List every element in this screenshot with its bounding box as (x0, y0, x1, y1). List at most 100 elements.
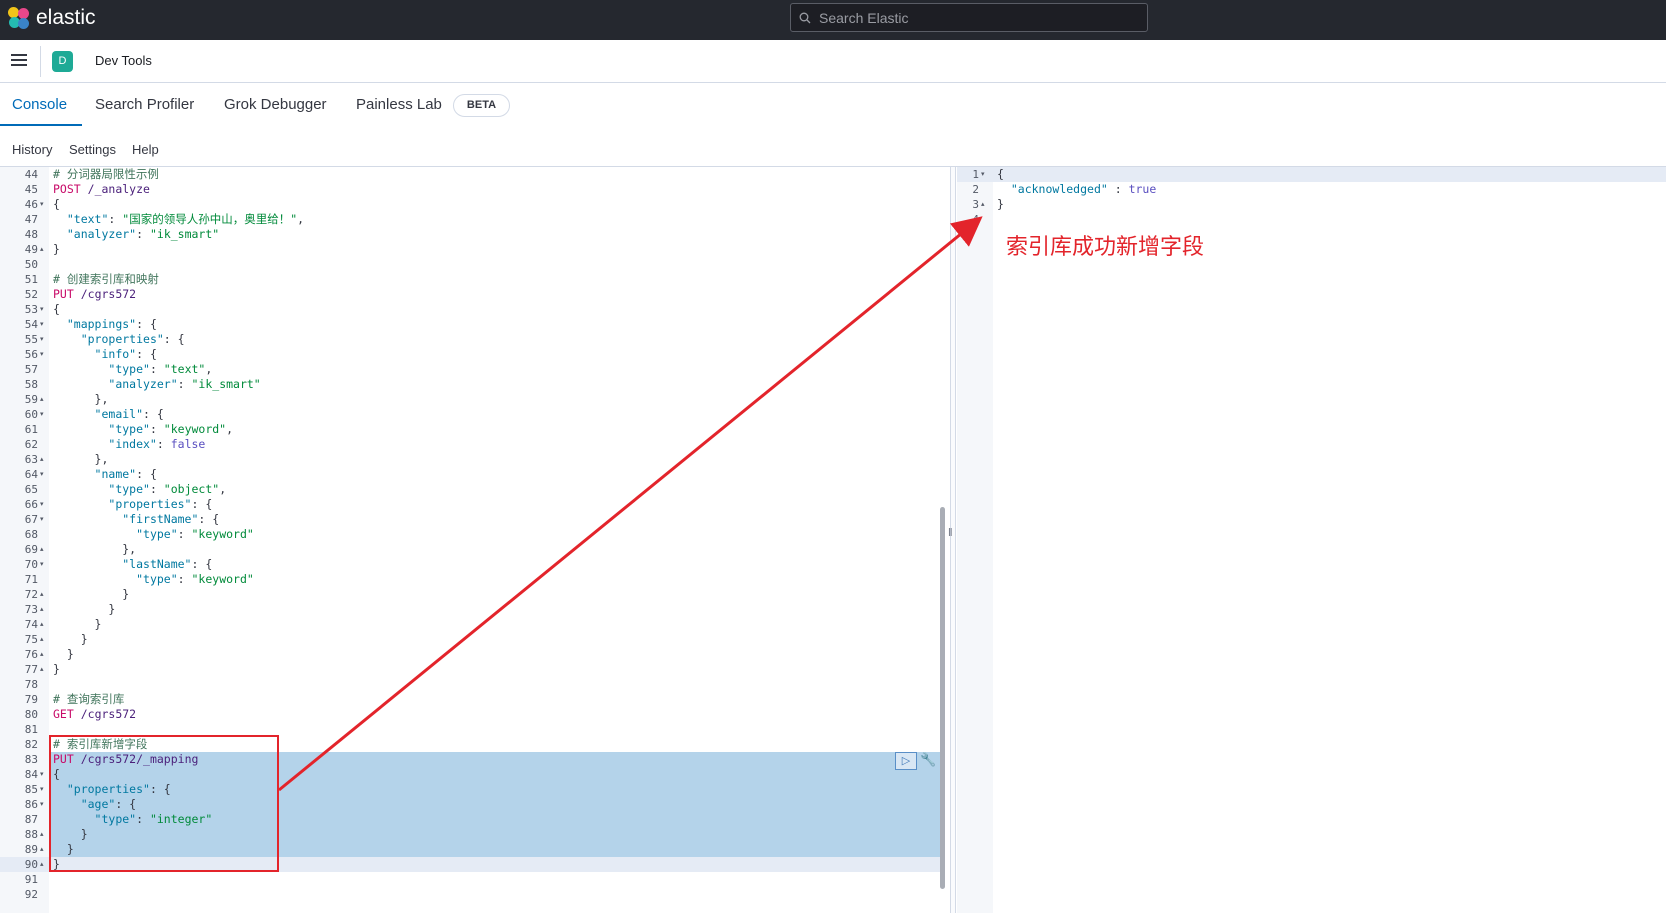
code-line[interactable]: "analyzer": "ik_smart" (53, 377, 260, 392)
code-line[interactable]: } (53, 647, 74, 662)
line-number: 47 (24, 213, 38, 226)
code-line[interactable]: GET /cgrs572 (53, 707, 136, 722)
fold-toggle-icon[interactable]: ▴ (40, 842, 44, 857)
code-line[interactable]: "type": "text", (53, 362, 212, 377)
line-number: 88 (24, 828, 38, 841)
fold-toggle-icon[interactable]: ▾ (40, 467, 44, 482)
fold-toggle-icon[interactable]: ▾ (40, 512, 44, 527)
code-line[interactable]: "email": { (53, 407, 164, 422)
code-line[interactable]: }, (53, 392, 109, 407)
space-avatar[interactable]: D (52, 51, 73, 72)
fold-toggle-icon[interactable]: ▾ (40, 557, 44, 572)
fold-toggle-icon[interactable]: ▴ (40, 602, 44, 617)
pane-resizer[interactable] (950, 167, 956, 913)
code-line[interactable]: "firstName": { (53, 512, 219, 527)
line-number: 56 (24, 348, 38, 361)
fold-toggle-icon[interactable]: ▴ (981, 197, 985, 212)
fold-toggle-icon[interactable]: ▴ (40, 242, 44, 257)
tab-search-profiler[interactable]: Search Profiler (95, 96, 194, 113)
code-line[interactable]: }, (53, 452, 109, 467)
fold-toggle-icon[interactable]: ▴ (40, 632, 44, 647)
tab-grok-debugger[interactable]: Grok Debugger (224, 96, 327, 113)
fold-toggle-icon[interactable]: ▴ (40, 827, 44, 842)
fold-toggle-icon[interactable]: ▾ (40, 797, 44, 812)
fold-toggle-icon[interactable]: ▾ (40, 197, 44, 212)
code-line[interactable]: } (53, 632, 88, 647)
fold-toggle-icon[interactable]: ▾ (40, 317, 44, 332)
code-line[interactable]: "name": { (53, 467, 157, 482)
tab-painless-lab[interactable]: Painless Lab (356, 96, 442, 113)
code-line[interactable]: } (53, 602, 115, 617)
code-line[interactable]: } (53, 242, 60, 257)
fold-toggle-icon[interactable]: ▾ (981, 167, 985, 182)
fold-toggle-icon[interactable]: ▴ (40, 587, 44, 602)
line-number: 87 (24, 813, 38, 826)
code-line[interactable]: } (53, 662, 60, 677)
global-search[interactable] (790, 3, 1148, 32)
code-line[interactable]: }, (53, 542, 136, 557)
fold-toggle-icon[interactable]: ▴ (40, 647, 44, 662)
line-number: 54 (24, 318, 38, 331)
line-number: 76 (24, 648, 38, 661)
code-line[interactable]: } (53, 617, 102, 632)
code-line[interactable]: "properties": { (53, 332, 185, 347)
fold-toggle-icon[interactable]: ▴ (40, 857, 44, 872)
code-line[interactable]: "properties": { (53, 497, 212, 512)
editor-scrollbar[interactable] (940, 507, 945, 889)
send-request-button[interactable]: ▷ (895, 752, 917, 770)
search-input[interactable] (819, 9, 1139, 26)
menu-hamburger-icon[interactable] (11, 54, 27, 66)
breadcrumb[interactable]: Dev Tools (95, 53, 152, 68)
breadcrumb-bar: D Dev Tools (0, 40, 1666, 83)
fold-toggle-icon[interactable]: ▴ (40, 617, 44, 632)
fold-toggle-icon[interactable]: ▾ (40, 497, 44, 512)
code-line[interactable]: # 创建索引库和映射 (53, 272, 159, 287)
wrench-icon[interactable]: 🔧 (920, 752, 936, 770)
fold-toggle-icon[interactable]: ▾ (40, 407, 44, 422)
code-line[interactable]: } (53, 587, 129, 602)
tab-console[interactable]: Console (12, 96, 67, 113)
fold-toggle-icon[interactable]: ▴ (40, 542, 44, 557)
fold-toggle-icon[interactable]: ▴ (40, 662, 44, 677)
resize-handle-icon[interactable]: ‖ (948, 527, 954, 539)
code-line[interactable]: # 查询索引库 (53, 692, 124, 707)
fold-toggle-icon[interactable]: ▾ (40, 302, 44, 317)
code-line[interactable]: } (997, 197, 1004, 212)
code-line[interactable]: POST /_analyze (53, 182, 150, 197)
fold-toggle-icon[interactable]: ▴ (40, 452, 44, 467)
code-line[interactable]: "lastName": { (53, 557, 212, 572)
code-line[interactable]: { (997, 167, 1004, 182)
code-line[interactable]: "type": "keyword" (53, 572, 254, 587)
line-number: 66 (24, 498, 38, 511)
elastic-logo[interactable]: elastic (8, 6, 96, 30)
code-line[interactable]: "mappings": { (53, 317, 157, 332)
history-link[interactable]: History (12, 142, 52, 157)
fold-toggle-icon[interactable]: ▾ (40, 767, 44, 782)
code-line[interactable]: # 分词器局限性示例 (53, 167, 159, 182)
settings-link[interactable]: Settings (69, 142, 116, 157)
code-line[interactable]: "analyzer": "ik_smart" (53, 227, 219, 242)
line-number: 65 (24, 483, 38, 496)
fold-toggle-icon[interactable]: ▴ (40, 392, 44, 407)
code-line[interactable]: { (53, 197, 60, 212)
code-line[interactable]: "type": "keyword", (53, 422, 233, 437)
code-line[interactable]: "acknowledged" : true (997, 182, 1156, 197)
line-number: 63 (24, 453, 38, 466)
code-line[interactable]: "info": { (53, 347, 157, 362)
fold-toggle-icon[interactable]: ▾ (40, 347, 44, 362)
fold-toggle-icon[interactable]: ▾ (40, 782, 44, 797)
line-number: 53 (24, 303, 38, 316)
help-link[interactable]: Help (132, 142, 159, 157)
code-line[interactable]: "index": false (53, 437, 205, 452)
line-number: 71 (24, 573, 38, 586)
line-number: 82 (24, 738, 38, 751)
fold-toggle-icon[interactable]: ▾ (40, 332, 44, 347)
code-line[interactable]: { (53, 302, 60, 317)
code-line[interactable]: "text": "国家的领导人孙中山，奥里给！", (53, 212, 304, 227)
code-line[interactable]: "type": "keyword" (53, 527, 254, 542)
code-line[interactable]: PUT /cgrs572 (53, 287, 136, 302)
code-line[interactable]: "type": "object", (53, 482, 226, 497)
line-number: 92 (24, 888, 38, 901)
line-number: 59 (24, 393, 38, 406)
line-number: 44 (24, 168, 38, 181)
